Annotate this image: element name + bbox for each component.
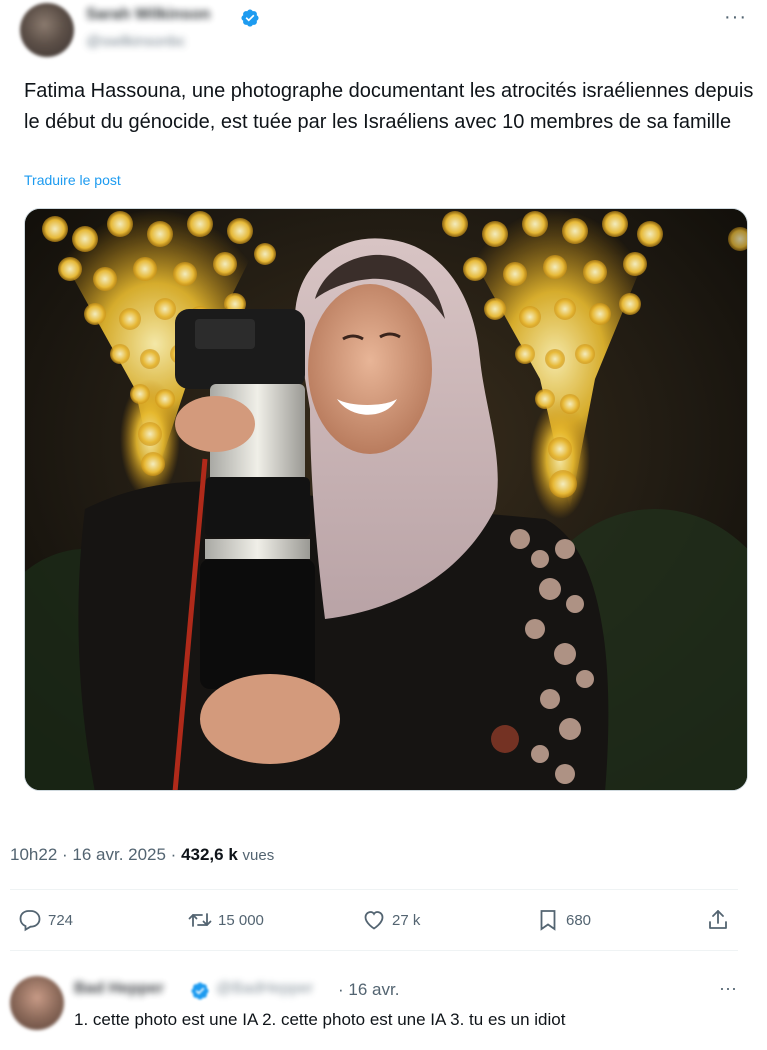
repost-count: 15 000: [218, 911, 264, 929]
reply-post[interactable]: Bad Hepper @BadHepper · 16 avr. ··· 1. c…: [0, 968, 767, 1050]
like-count: 27 k: [392, 911, 421, 929]
repost-icon: [188, 913, 212, 927]
divider-bottom: [10, 950, 738, 951]
reply-icon: [19, 910, 41, 932]
author-handle[interactable]: @swilkinsonbc: [86, 33, 185, 50]
reply-count: 724: [48, 911, 74, 929]
reply-author-avatar[interactable]: [10, 976, 64, 1030]
translate-post-link[interactable]: Traduire le post: [24, 172, 121, 188]
reply-text: 1. cette photo est une IA 2. cette photo…: [74, 1010, 566, 1029]
reply-author-handle[interactable]: @BadHepper: [216, 980, 313, 998]
share-icon: [709, 910, 727, 929]
like-button[interactable]: 27 k: [362, 900, 420, 940]
repost-button[interactable]: 15 000: [188, 900, 264, 940]
post-header: Sarah Wilkinson @swilkinsonbc ···: [0, 0, 767, 62]
divider-top: [10, 889, 738, 890]
verified-badge-icon: [241, 9, 259, 27]
reply-button[interactable]: 724: [18, 900, 73, 940]
reply-author-name[interactable]: Bad Hepper: [74, 980, 164, 998]
post-timestamp[interactable]: 10h22 · 16 avr. 2025 ·: [10, 845, 181, 864]
share-button[interactable]: [706, 900, 730, 940]
post-text: Fatima Hassouna, une photographe documen…: [24, 80, 754, 133]
bookmark-count: 680: [566, 911, 592, 929]
heart-icon: [364, 911, 384, 930]
author-avatar[interactable]: [20, 3, 74, 57]
reply-date[interactable]: · 16 avr.: [338, 980, 399, 1000]
views-label: vues: [242, 847, 275, 864]
author-name[interactable]: Sarah Wilkinson: [86, 6, 210, 24]
post-photo[interactable]: [24, 208, 748, 791]
bookmark-button[interactable]: 680: [536, 900, 591, 940]
reply-more-options-button[interactable]: ···: [719, 978, 737, 999]
reply-verified-badge-icon: [191, 982, 209, 1000]
post-meta: 10h22 · 16 avr. 2025 · 432,6 k vues: [10, 845, 274, 865]
action-bar: 724 15 000 27 k 680: [0, 900, 767, 940]
views-count: 432,6 k: [181, 845, 238, 864]
photo-illustration: [25, 209, 747, 790]
bookmark-icon: [540, 910, 556, 931]
more-options-button[interactable]: ···: [724, 6, 747, 29]
